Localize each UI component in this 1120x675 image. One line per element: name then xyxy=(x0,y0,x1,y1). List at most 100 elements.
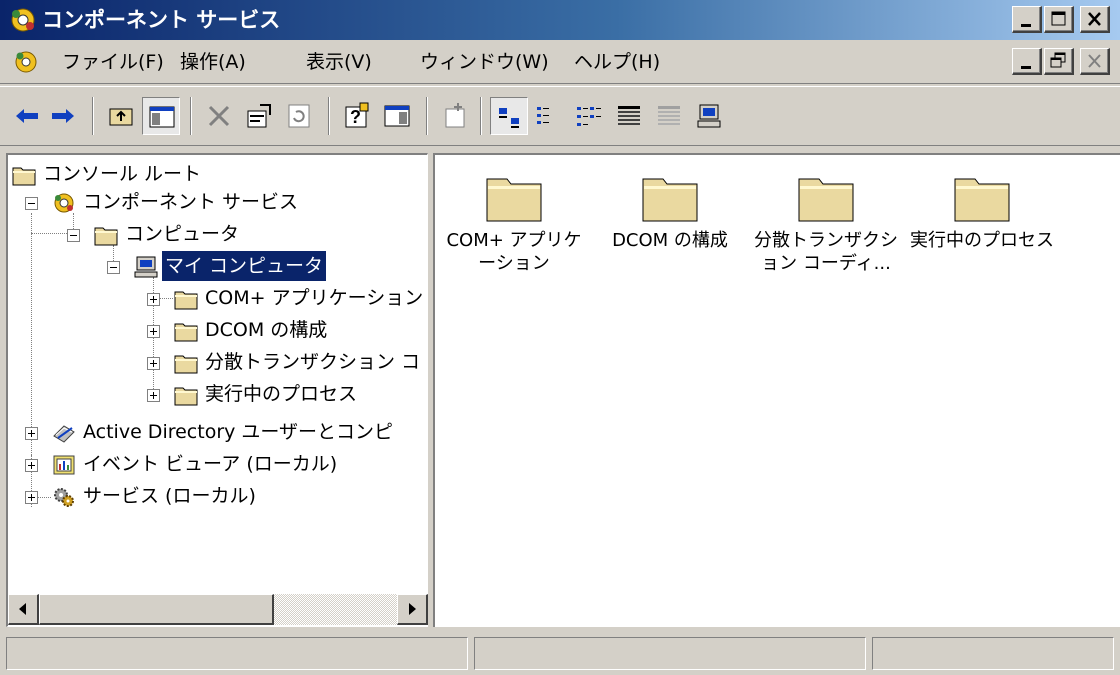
list-item-running-processes[interactable]: 実行中のプロセス xyxy=(908,173,1056,252)
expand-toggle[interactable] xyxy=(147,325,160,338)
collapse-toggle[interactable] xyxy=(67,229,80,242)
scrollbar-thumb[interactable] xyxy=(39,594,274,625)
folder-icon xyxy=(174,355,198,374)
collapse-toggle[interactable] xyxy=(107,261,120,274)
toolbar-separator xyxy=(328,97,330,135)
computer-button[interactable] xyxy=(690,97,728,135)
help-button[interactable]: ? xyxy=(338,97,376,135)
tree-node-running-processes[interactable]: 実行中のプロセス xyxy=(174,379,427,411)
console-tree[interactable]: コンソール ルート コンポーネント サービス コンピュータ マイ コンピュータ … xyxy=(6,153,428,627)
tree-node-label: 分散トランザクション コ xyxy=(205,351,421,373)
tree-node-label: Active Directory ユーザーとコンピ xyxy=(83,421,394,443)
tree-node-event-viewer[interactable]: イベント ビューア (ローカル) xyxy=(52,449,412,481)
small-icons-icon xyxy=(537,107,549,124)
expand-toggle[interactable] xyxy=(25,491,38,504)
tree-node-label: 実行中のプロセス xyxy=(205,383,358,405)
title-bar[interactable]: コンポーネント サービス xyxy=(0,0,1120,40)
tree-connector xyxy=(31,233,67,234)
computer-icon xyxy=(134,256,158,278)
tree-node-label: COM+ アプリケーション xyxy=(205,287,424,309)
folder-icon xyxy=(642,178,698,222)
list-view-button[interactable] xyxy=(570,97,608,135)
folder-icon xyxy=(94,227,118,246)
window-title: コンポーネント サービス xyxy=(42,8,281,32)
show-hide-tree-button[interactable] xyxy=(142,97,180,135)
new-window-button[interactable] xyxy=(436,97,474,135)
list-item-com-applications[interactable]: COM+ アプリケーション xyxy=(440,173,588,275)
refresh-button[interactable] xyxy=(280,97,318,135)
tree-node-com-applications[interactable]: COM+ アプリケーション xyxy=(174,283,427,315)
minimize-button[interactable] xyxy=(1012,6,1042,33)
menu-view[interactable]: 表示(V) xyxy=(306,50,372,74)
disabled-view-icon xyxy=(658,106,680,125)
back-arrow-icon xyxy=(16,109,38,123)
up-one-level-button[interactable] xyxy=(102,97,140,135)
app-menu-icon[interactable] xyxy=(12,48,40,76)
expand-toggle[interactable] xyxy=(25,427,38,440)
action-pane-icon xyxy=(384,105,410,127)
list-view-icon xyxy=(577,107,601,126)
scroll-right-button[interactable] xyxy=(397,594,428,625)
small-icons-button[interactable] xyxy=(530,97,568,135)
tree-node-computers[interactable]: コンピュータ xyxy=(94,219,394,251)
refresh-icon xyxy=(288,104,310,128)
show-action-pane-button[interactable] xyxy=(378,97,416,135)
tree-node-dcom-config[interactable]: DCOM の構成 xyxy=(174,315,427,347)
menu-help[interactable]: ヘルプ(H) xyxy=(574,50,660,74)
active-directory-icon xyxy=(53,425,75,443)
back-button[interactable] xyxy=(8,97,46,135)
list-item-label: 実行中のプロセス xyxy=(910,230,1054,251)
tree-node-services[interactable]: サービス (ローカル) xyxy=(52,481,352,513)
expand-toggle[interactable] xyxy=(147,389,160,402)
child-restore-button[interactable] xyxy=(1044,48,1074,75)
tree-pane-icon xyxy=(149,106,175,128)
toolbar-separator xyxy=(190,97,192,135)
menu-window[interactable]: ウィンドウ(W) xyxy=(420,50,549,74)
tree-node-my-computer[interactable]: マイ コンピュータ xyxy=(134,250,427,283)
properties-icon xyxy=(247,104,271,128)
large-icons-button[interactable] xyxy=(490,97,528,135)
list-item-dcom-config[interactable]: DCOM の構成 xyxy=(596,173,744,252)
tree-horizontal-scrollbar[interactable] xyxy=(8,594,428,625)
folder-up-icon xyxy=(109,108,133,126)
list-item-distributed-transaction[interactable]: 分散トランザクション コーディ... xyxy=(752,173,900,275)
maximize-button[interactable] xyxy=(1044,6,1074,33)
detail-view-button[interactable] xyxy=(610,97,648,135)
computer-icon xyxy=(697,104,721,128)
detail-view-icon xyxy=(618,106,640,125)
toolbar-separator xyxy=(480,97,482,135)
disabled-view-button[interactable] xyxy=(650,97,688,135)
help-icon: ? xyxy=(345,102,369,128)
menu-action[interactable]: 操作(A) xyxy=(180,50,246,74)
folder-icon xyxy=(174,323,198,342)
child-close-button[interactable] xyxy=(1080,48,1110,75)
expand-toggle[interactable] xyxy=(147,293,160,306)
expand-toggle[interactable] xyxy=(147,357,160,370)
expand-toggle[interactable] xyxy=(25,459,38,472)
restore-icon xyxy=(1050,52,1066,68)
result-pane[interactable]: COM+ アプリケーション DCOM の構成 分散トランザクション コーディ..… xyxy=(433,153,1120,627)
tree-node-label: DCOM の構成 xyxy=(205,319,328,341)
child-minimize-button[interactable] xyxy=(1012,48,1042,75)
forward-arrow-icon xyxy=(52,109,74,123)
properties-button[interactable] xyxy=(240,97,278,135)
large-icons-icon xyxy=(499,108,519,128)
forward-button[interactable] xyxy=(44,97,82,135)
delete-button[interactable] xyxy=(200,97,238,135)
collapse-toggle[interactable] xyxy=(25,197,38,210)
status-pane-3 xyxy=(872,637,1114,670)
folder-icon xyxy=(798,178,854,222)
tree-connector xyxy=(31,213,32,463)
tree-node-active-directory[interactable]: Active Directory ユーザーとコンピ xyxy=(52,417,427,449)
toolbar: ? xyxy=(0,86,1120,146)
tree-node-component-services[interactable]: コンポーネント サービス xyxy=(52,187,372,219)
event-viewer-icon xyxy=(53,455,75,475)
folder-icon xyxy=(174,291,198,310)
scroll-left-button[interactable] xyxy=(8,594,39,625)
close-button[interactable] xyxy=(1080,6,1110,33)
folder-icon xyxy=(954,178,1010,222)
minimize-icon xyxy=(1021,24,1031,27)
tree-node-distributed-transaction[interactable]: 分散トランザクション コ xyxy=(174,347,427,379)
svg-text:?: ? xyxy=(350,107,361,127)
menu-file[interactable]: ファイル(F) xyxy=(62,50,164,74)
